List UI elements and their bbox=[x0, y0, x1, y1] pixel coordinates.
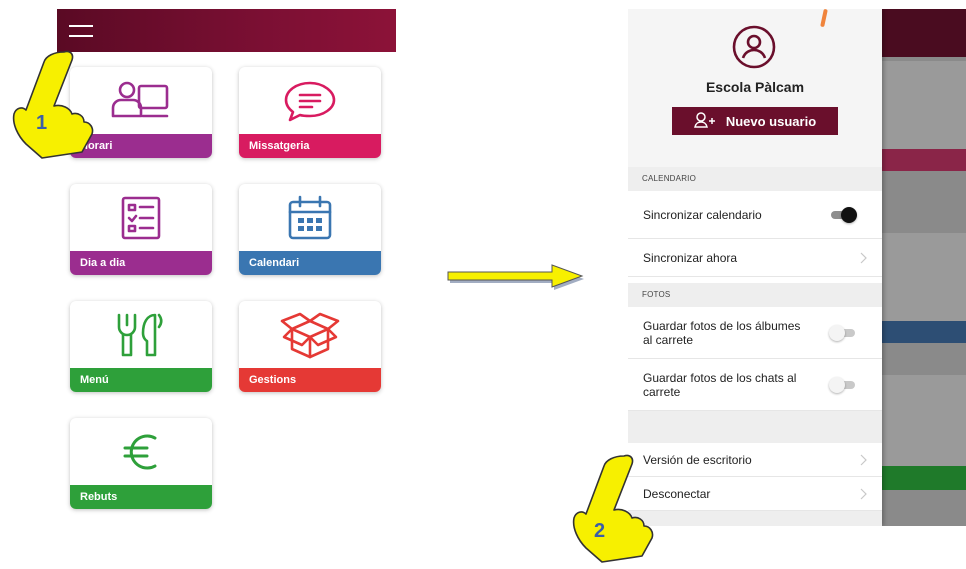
section-header-calendario: CALENDARIO bbox=[628, 167, 882, 191]
section-spacer bbox=[628, 411, 882, 443]
tile-rebuts[interactable]: Rebuts bbox=[70, 418, 212, 509]
sync-now-row[interactable]: Sincronizar ahora bbox=[628, 239, 882, 277]
add-user-icon bbox=[693, 111, 716, 131]
school-name: Escola Pàlcam bbox=[705, 79, 805, 95]
sync-calendar-row[interactable]: Sincronizar calendario bbox=[628, 191, 882, 239]
chat-bubble-icon bbox=[239, 73, 381, 129]
chevron-right-icon bbox=[860, 252, 867, 263]
euro-icon bbox=[70, 424, 212, 480]
tile-missatgeria[interactable]: Missatgeria bbox=[239, 67, 381, 158]
navigation-drawer: Escola Pàlcam Nuevo usuario CALENDARIO S… bbox=[628, 9, 882, 526]
row-label: Sincronizar calendario bbox=[643, 207, 762, 222]
row-label: Versión de escritorio bbox=[643, 452, 752, 467]
row-label: Guardar fotos de los chats al carrete bbox=[643, 370, 797, 399]
hamburger-menu-icon[interactable] bbox=[69, 23, 93, 39]
drawer-profile-header: Escola Pàlcam Nuevo usuario bbox=[628, 9, 882, 167]
row-label: Guardar fotos de los álbumes al carrete bbox=[643, 318, 801, 347]
chevron-right-icon bbox=[860, 488, 867, 499]
save-chat-photos-toggle[interactable] bbox=[829, 376, 857, 393]
pointer-hand-icon: 2 bbox=[566, 452, 656, 564]
open-box-icon bbox=[239, 307, 381, 363]
tile-gestions[interactable]: Gestions bbox=[239, 301, 381, 392]
save-album-photos-toggle[interactable] bbox=[829, 324, 857, 341]
tile-menu[interactable]: Menú bbox=[70, 301, 212, 392]
chevron-right-icon bbox=[860, 454, 867, 465]
user-avatar-icon bbox=[732, 25, 776, 69]
save-album-photos-row[interactable]: Guardar fotos de los álbumes al carrete bbox=[628, 307, 882, 359]
new-user-label: Nuevo usuario bbox=[725, 113, 817, 129]
section-header-fotos: FOTOS bbox=[628, 283, 882, 307]
save-chat-photos-row[interactable]: Guardar fotos de los chats al carrete bbox=[628, 359, 882, 411]
tile-label-calendari: Calendari bbox=[239, 251, 381, 275]
desktop-version-row[interactable]: Versión de escritorio bbox=[628, 443, 882, 477]
calendar-icon bbox=[239, 190, 381, 246]
row-label: Desconectar bbox=[643, 486, 711, 501]
right-phone-screen: Escola Pàlcam Nuevo usuario CALENDARIO S… bbox=[628, 9, 966, 526]
app-header bbox=[57, 9, 396, 52]
disconnect-row[interactable]: Desconectar bbox=[628, 477, 882, 511]
tile-label-menu: Menú bbox=[70, 368, 212, 392]
callout-number-1: 1 bbox=[36, 112, 48, 134]
callout-number-2: 2 bbox=[594, 520, 606, 542]
tile-label-rebuts: Rebuts bbox=[70, 485, 212, 509]
sync-calendar-toggle[interactable] bbox=[829, 206, 857, 223]
pointer-hand-icon: 1 bbox=[6, 48, 96, 160]
fork-knife-icon bbox=[70, 307, 212, 363]
left-phone-screen: Horari Missatgeria Dia a dia Calendari M… bbox=[57, 9, 396, 529]
row-label: Sincronizar ahora bbox=[643, 250, 738, 265]
transition-arrow-icon bbox=[444, 262, 588, 290]
checklist-icon bbox=[70, 190, 212, 246]
tile-calendari[interactable]: Calendari bbox=[239, 184, 381, 275]
tile-dia-a-dia[interactable]: Dia a dia bbox=[70, 184, 212, 275]
drawer-footer-spacer bbox=[628, 511, 882, 526]
tile-label-dia-a-dia: Dia a dia bbox=[70, 251, 212, 275]
new-user-button[interactable]: Nuevo usuario bbox=[672, 107, 838, 135]
tile-label-missatgeria: Missatgeria bbox=[239, 134, 381, 158]
tile-label-gestions: Gestions bbox=[239, 368, 381, 392]
